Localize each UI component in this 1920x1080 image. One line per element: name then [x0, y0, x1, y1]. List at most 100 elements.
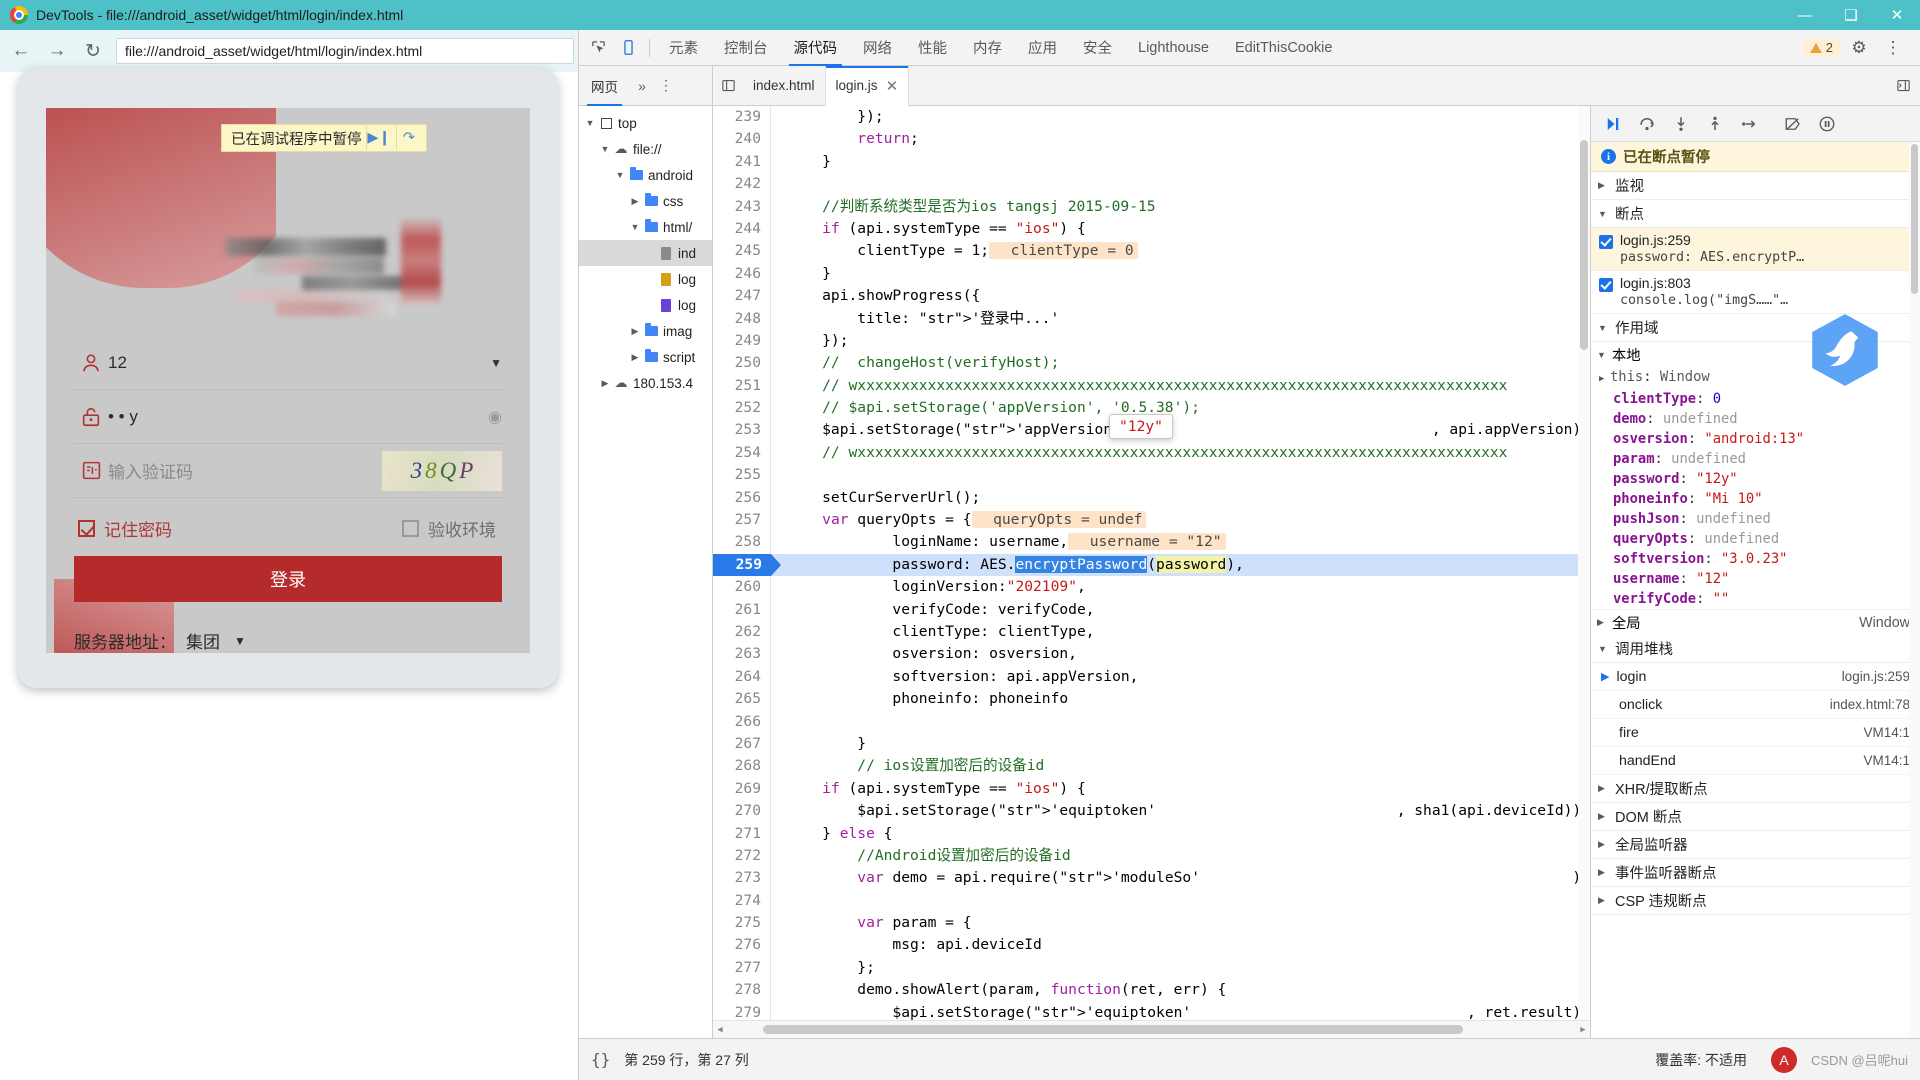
line-number[interactable]: 245: [713, 240, 771, 263]
code-line-246[interactable]: 246 }: [713, 262, 1590, 286]
scope-variable-demo[interactable]: demo: undefined: [1591, 409, 1920, 429]
line-number[interactable]: 277: [713, 956, 771, 980]
code-line-269[interactable]: 269 if (api.systemType == "ios") {: [713, 777, 1590, 801]
code-line-279[interactable]: 279 $api.setStorage("str">'equiptoken', …: [713, 1001, 1590, 1020]
navigator-menu-icon[interactable]: ⋮: [654, 66, 678, 106]
code-line-245[interactable]: 245 clientType = 1; clientType = 0: [713, 240, 1590, 263]
tab-editthiscookie[interactable]: EditThisCookie: [1222, 30, 1346, 66]
captcha-image[interactable]: 3 8 Q P: [382, 450, 502, 491]
line-number[interactable]: 279: [713, 1001, 771, 1020]
scope-variable-phoneinfo[interactable]: phoneinfo: "Mi 10": [1591, 489, 1920, 509]
sidebar-scrollbar[interactable]: [1909, 142, 1920, 1038]
code-line-270[interactable]: 270 $api.setStorage("str">'equiptoken', …: [713, 800, 1590, 823]
callstack-frame[interactable]: handEnd VM14:1: [1591, 747, 1920, 775]
line-number[interactable]: 271: [713, 822, 771, 845]
code-line-274[interactable]: 274: [713, 889, 1590, 913]
scope-variable-verifyCode[interactable]: verifyCode: "": [1591, 589, 1920, 609]
disclosure-triangle-icon[interactable]: ▶: [628, 196, 642, 207]
scroll-right-icon[interactable]: ▶: [1576, 1025, 1590, 1035]
editor-vertical-scrollbar[interactable]: [1578, 106, 1590, 1020]
disclosure-triangle-icon[interactable]: ▶: [628, 352, 642, 363]
tab-network[interactable]: 网络: [850, 30, 905, 66]
breakpoint-checkbox[interactable]: [1599, 235, 1613, 249]
code-line-275[interactable]: 275 var param = {: [713, 912, 1590, 935]
line-number[interactable]: 255: [713, 464, 771, 487]
code-line-266[interactable]: 266: [713, 710, 1590, 733]
disclosure-triangle-icon[interactable]: ▼: [613, 170, 627, 180]
scope-variable-osversion[interactable]: osversion: "android:13": [1591, 429, 1920, 449]
scope-variable-password[interactable]: password: "12y": [1591, 469, 1920, 489]
disclosure-triangle-icon[interactable]: ▶: [628, 326, 642, 337]
minimize-button[interactable]: —: [1782, 0, 1828, 30]
code-line-262[interactable]: 262 clientType: clientType,: [713, 620, 1590, 644]
line-number[interactable]: 263: [713, 643, 771, 666]
tree-item-android[interactable]: ▼ android: [579, 162, 712, 188]
chevron-right-icon[interactable]: ▶: [1599, 369, 1610, 389]
password-row[interactable]: • • y ◉: [74, 390, 502, 444]
file-navigator[interactable]: ▼ top ▼ ☁ file://▼ android ▶ css ▼ html/ind log log…: [579, 106, 713, 1038]
breakpoint-item[interactable]: login.js:803 console.log("imgS……"…: [1591, 271, 1920, 314]
file-tab-login-js[interactable]: login.js ✕: [824, 65, 910, 106]
close-tab-icon[interactable]: ✕: [886, 77, 899, 95]
code-editor[interactable]: 239 }); 240 return; 241 } 242 243 //判断系统类型是否…: [713, 106, 1590, 1038]
login-button[interactable]: 登录: [74, 556, 502, 602]
section-csp-violation-breakpoints[interactable]: ▶ CSP 违规断点: [1591, 887, 1920, 915]
tree-item-top[interactable]: ▼ top: [579, 110, 712, 136]
forward-icon[interactable]: →: [44, 38, 70, 64]
callstack-frame[interactable]: onclick index.html:78: [1591, 691, 1920, 719]
line-number[interactable]: 274: [713, 889, 771, 913]
code-line-241[interactable]: 241 }: [713, 150, 1590, 174]
close-button[interactable]: ✕: [1874, 0, 1920, 30]
scope-variable-username[interactable]: username: "12": [1591, 569, 1920, 589]
code-line-244[interactable]: 244 if (api.systemType == "ios") {: [713, 217, 1590, 241]
line-number[interactable]: 240: [713, 128, 771, 151]
scroll-left-icon[interactable]: ◀: [713, 1025, 727, 1035]
line-number[interactable]: 267: [713, 732, 771, 756]
line-number[interactable]: 264: [713, 665, 771, 689]
line-number[interactable]: 241: [713, 150, 771, 174]
disclosure-triangle-icon[interactable]: ▼: [598, 144, 612, 154]
hide-navigator-icon[interactable]: [713, 66, 743, 106]
line-number[interactable]: 261: [713, 598, 771, 621]
tree-item-script[interactable]: ▶ script: [579, 344, 712, 370]
code-line-239[interactable]: 239 });: [713, 106, 1590, 129]
line-number[interactable]: 275: [713, 912, 771, 935]
tab-sources[interactable]: 源代码: [781, 30, 851, 66]
code-line-248[interactable]: 248 title: "str">'登录中...': [713, 307, 1590, 330]
section-callstack[interactable]: ▼ 调用堆栈: [1591, 635, 1920, 663]
section-breakpoints[interactable]: ▼ 断点: [1591, 200, 1920, 228]
step-out-button[interactable]: [1699, 110, 1731, 138]
line-number[interactable]: 249: [713, 329, 771, 353]
scope-global[interactable]: ▶ 全局 Window: [1591, 609, 1920, 635]
line-number[interactable]: 254: [713, 441, 771, 465]
tree-item-file[interactable]: ▼ ☁ file://: [579, 136, 712, 162]
code-line-243[interactable]: 243 //判断系统类型是否为ios tangsj 2015-09-15: [713, 195, 1590, 218]
code-line-278[interactable]: 278 demo.showAlert(param, function(ret, …: [713, 979, 1590, 1002]
step-into-button[interactable]: [1665, 110, 1697, 138]
server-address-row[interactable]: 服务器地址： 集团 ▼: [74, 628, 502, 653]
file-tab-index-html[interactable]: index.html: [743, 66, 825, 106]
code-line-268[interactable]: 268 // ios设置加密后的设备id: [713, 755, 1590, 778]
tree-item-1801534[interactable]: ▶ ☁ 180.153.4: [579, 370, 712, 396]
section-event-listener-breakpoints[interactable]: ▶ 事件监听器断点: [1591, 859, 1920, 887]
code-line-276[interactable]: 276 msg: api.deviceId: [713, 934, 1590, 957]
code-line-265[interactable]: 265 phoneinfo: phoneinfo: [713, 688, 1590, 711]
section-dom-breakpoints[interactable]: ▶ DOM 断点: [1591, 803, 1920, 831]
code-line-247[interactable]: 247 api.showProgress({: [713, 285, 1590, 308]
pretty-print-icon[interactable]: {}: [591, 1050, 610, 1069]
code-line-261[interactable]: 261 verifyCode: verifyCode,: [713, 598, 1590, 621]
line-number[interactable]: 265: [713, 688, 771, 711]
line-number[interactable]: 257: [713, 509, 771, 532]
scope-variable-param[interactable]: param: undefined: [1591, 449, 1920, 469]
server-dropdown-icon[interactable]: ▼: [234, 634, 246, 648]
code-line-242[interactable]: 242: [713, 173, 1590, 196]
code-line-250[interactable]: 250 // changeHost(verifyHost);: [713, 352, 1590, 375]
line-number[interactable]: 242: [713, 173, 771, 196]
tree-item-ind[interactable]: ind: [579, 240, 712, 266]
line-number[interactable]: 273: [713, 867, 771, 890]
line-number[interactable]: 258: [713, 531, 771, 554]
scope-variable-clientType[interactable]: clientType: 0: [1591, 389, 1920, 409]
show-debugger-icon[interactable]: [1886, 66, 1920, 106]
section-xhr-breakpoints[interactable]: ▶ XHR/提取断点: [1591, 775, 1920, 803]
settings-gear-icon[interactable]: ⚙: [1844, 34, 1874, 62]
